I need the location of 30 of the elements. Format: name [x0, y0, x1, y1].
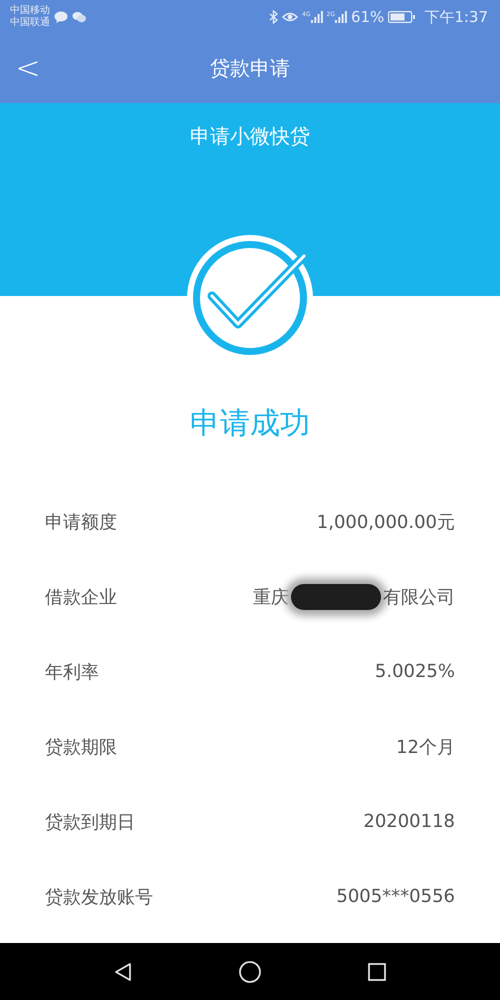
- field-value: 20200118: [363, 811, 455, 832]
- recents-square-icon: [367, 962, 388, 982]
- field-label: 年利率: [45, 660, 99, 684]
- page-title: 贷款申请: [210, 55, 290, 82]
- banner-subtitle: 申请小微快贷: [190, 123, 310, 150]
- home-circle-icon: [238, 960, 262, 984]
- field-value: 有限公司: [383, 586, 455, 608]
- battery-percent: 61%: [350, 8, 384, 26]
- carrier-name: 中国联通: [10, 17, 50, 29]
- chat-bubble-icon: [54, 11, 68, 23]
- signal-icon: [334, 11, 347, 23]
- eye-icon: [282, 11, 298, 23]
- back-button[interactable]: <: [0, 44, 56, 94]
- carrier-name: 中国移动: [10, 5, 50, 16]
- bluetooth-icon: [269, 10, 278, 24]
- field-value: 重庆: [253, 586, 289, 608]
- signal-icon: [310, 11, 322, 23]
- battery-icon: [388, 11, 416, 23]
- field-label: 贷款期限: [45, 736, 117, 758]
- field-label: 借款企业: [45, 586, 117, 608]
- field-value: 5.0025%: [374, 661, 455, 682]
- field-label: 申请额度: [45, 510, 117, 534]
- result-message: 申请成功: [190, 405, 310, 443]
- clock-time: 下午1:37: [424, 8, 488, 26]
- field-value: 5005***0556: [336, 886, 455, 907]
- field-value: 1,000,000.00元: [316, 510, 455, 534]
- field-label: 贷款到期日: [45, 810, 135, 834]
- field-value: 12个月: [396, 736, 455, 758]
- back-triangle-icon: [112, 962, 133, 982]
- field-label: 贷款发放账号: [45, 886, 153, 908]
